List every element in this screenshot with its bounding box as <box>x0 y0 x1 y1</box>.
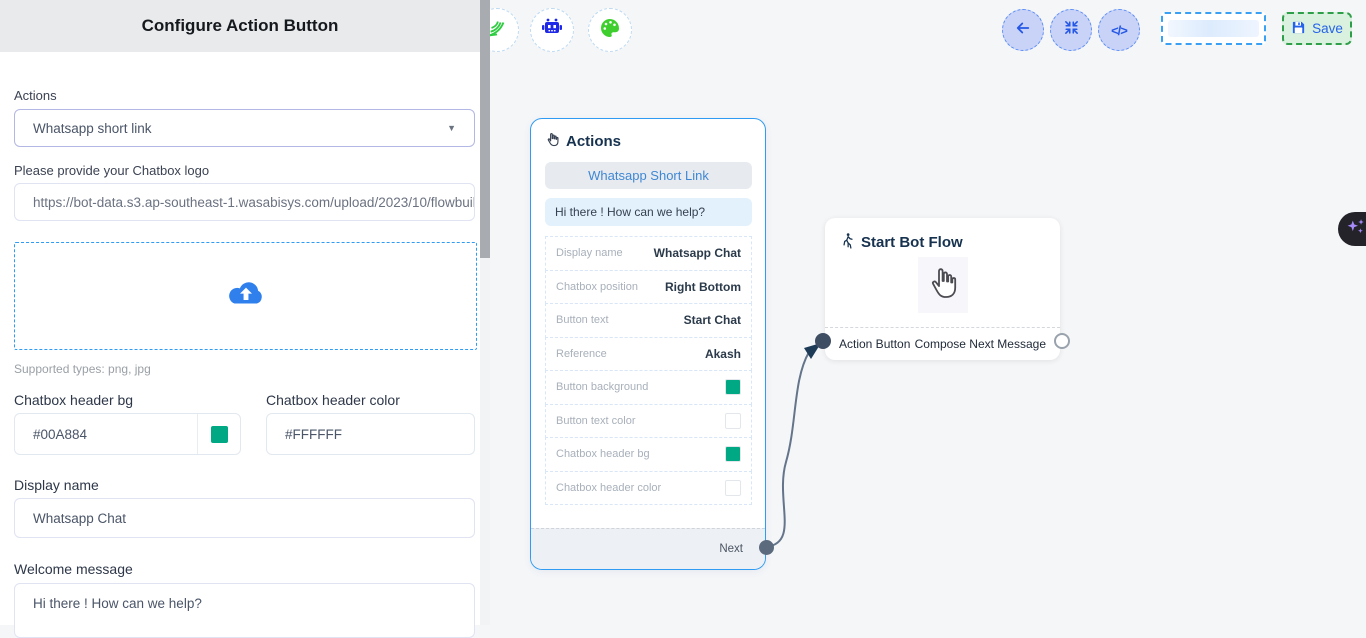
chatbox-header-color-picker[interactable] <box>431 414 474 454</box>
logo-url-value: https://bot-data.s3.ap-southeast-1.wasab… <box>33 195 475 210</box>
bot-tool-button[interactable] <box>530 8 574 52</box>
start-node-title: Start Bot Flow <box>861 234 963 251</box>
table-row: Button background <box>545 370 752 405</box>
cursor-preview <box>918 257 968 313</box>
actions-select[interactable]: Whatsapp short link ▼ <box>14 109 475 147</box>
walking-person-icon <box>840 232 855 253</box>
sparkles-icon <box>1345 216 1366 243</box>
panel-scrollbar[interactable] <box>480 0 490 625</box>
next-output-handle[interactable] <box>759 540 774 555</box>
code-icon: </> <box>1111 23 1127 38</box>
chatbox-header-bg-field[interactable]: #00A884 <box>14 413 241 455</box>
chatbox-header-bg-value: #00A884 <box>15 414 197 454</box>
supported-types-hint: Supported types: png, jpg <box>14 362 151 376</box>
start-node-footer: Action Button Compose Next Message <box>825 328 1060 360</box>
display-name-value: Whatsapp Chat <box>33 511 126 526</box>
color-swatch <box>211 426 228 443</box>
table-row: Button text color <box>545 404 752 439</box>
chatbox-header-bg-picker[interactable] <box>197 414 240 454</box>
chevron-down-icon: ▼ <box>447 123 456 133</box>
actions-node-header: Actions <box>545 132 621 151</box>
actions-node-footer: Next <box>531 528 765 569</box>
ai-assistant-button[interactable] <box>1338 212 1366 246</box>
table-row: Chatbox header bg <box>545 437 752 472</box>
actions-node[interactable]: Actions Whatsapp Short Link Hi there ! H… <box>530 118 766 570</box>
chatbox-header-color-value: #FFFFFF <box>267 414 431 454</box>
color-swatch <box>444 426 461 443</box>
logo-label: Please provide your Chatbox logo <box>14 163 209 178</box>
configure-panel: Configure Action Button Actions Whatsapp… <box>0 0 480 625</box>
actions-node-title: Actions <box>566 133 621 150</box>
table-row: Button text Start Chat <box>545 303 752 338</box>
hand-pointer-icon <box>545 132 560 151</box>
welcome-message-input[interactable]: Hi there ! How can we help? <box>14 583 475 638</box>
start-node-header: Start Bot Flow <box>840 232 963 253</box>
welcome-message-preview: Hi there ! How can we help? <box>545 198 752 226</box>
compose-next-message-handle[interactable] <box>1054 333 1070 349</box>
robot-icon <box>540 16 564 45</box>
floppy-icon <box>1291 20 1306 38</box>
chatbox-header-color-label: Chatbox header color <box>266 392 400 408</box>
fit-view-button[interactable] <box>1050 9 1092 51</box>
welcome-message-value: Hi there ! How can we help? <box>33 596 202 611</box>
chatbox-header-color-field[interactable]: #FFFFFF <box>266 413 475 455</box>
actions-node-rows: Display name Whatsapp Chat Chatbox posit… <box>545 237 752 505</box>
color-swatch <box>725 413 741 429</box>
actions-label: Actions <box>14 88 57 103</box>
compose-next-message-label: Compose Next Message <box>915 337 1046 351</box>
back-icon <box>1014 19 1032 42</box>
color-swatch <box>725 446 741 462</box>
logo-url-input[interactable]: https://bot-data.s3.ap-southeast-1.wasab… <box>14 183 475 221</box>
display-name-input[interactable]: Whatsapp Chat <box>14 498 475 538</box>
hand-cursor-icon <box>927 265 959 306</box>
theme-tool-button[interactable] <box>588 8 632 52</box>
scrollbar-thumb[interactable] <box>480 0 490 258</box>
save-button-label: Save <box>1312 21 1343 36</box>
cloud-upload-icon <box>225 279 267 314</box>
flow-name-placeholder <box>1168 20 1259 37</box>
code-view-button[interactable]: </> <box>1098 9 1140 51</box>
color-swatch <box>725 480 741 496</box>
logo-upload-dropzone[interactable] <box>14 242 477 350</box>
next-label: Next <box>719 543 743 555</box>
action-button-label: Action Button <box>839 337 910 351</box>
back-button[interactable] <box>1002 9 1044 51</box>
display-name-label: Display name <box>14 477 99 493</box>
panel-header: Configure Action Button <box>0 0 480 52</box>
start-bot-flow-node[interactable]: Start Bot Flow Action Button Compose Nex… <box>825 218 1060 360</box>
fit-view-icon <box>1063 19 1080 41</box>
page-title: Configure Action Button <box>142 16 339 36</box>
table-row: Chatbox header color <box>545 471 752 506</box>
color-swatch <box>725 379 741 395</box>
flow-name-input[interactable] <box>1161 12 1266 45</box>
palette-icon <box>598 16 622 45</box>
action-button-input-handle[interactable] <box>815 333 831 349</box>
table-row: Reference Akash <box>545 337 752 372</box>
table-row: Chatbox position Right Bottom <box>545 270 752 305</box>
actions-selected-value: Whatsapp short link <box>33 121 152 136</box>
chatbox-header-bg-label: Chatbox header bg <box>14 392 133 408</box>
whatsapp-short-link-chip[interactable]: Whatsapp Short Link <box>545 162 752 189</box>
welcome-message-label: Welcome message <box>14 561 133 577</box>
table-row: Display name Whatsapp Chat <box>545 236 752 271</box>
save-button[interactable]: Save <box>1282 12 1352 45</box>
